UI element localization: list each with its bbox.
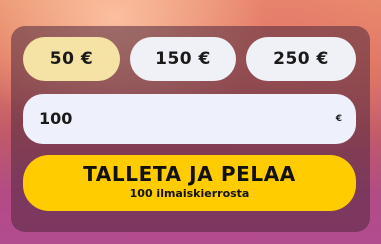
amount-options: 50 € 150 € 250 € xyxy=(23,37,356,83)
deposit-and-play-button[interactable]: TALLETA JA PELAA 100 ilmaiskierrosta xyxy=(23,155,356,211)
cta-subtitle: 100 ilmaiskierrosta xyxy=(129,187,250,200)
amount-option-150[interactable]: 150 € xyxy=(130,37,236,81)
deposit-amount-input[interactable]: 100 € xyxy=(23,94,356,144)
cta-title: TALLETA JA PELAA xyxy=(83,162,296,186)
amount-option-50[interactable]: 50 € xyxy=(23,37,120,81)
deposit-amount-value: 100 xyxy=(39,109,73,128)
currency-symbol: € xyxy=(335,114,342,124)
amount-option-250[interactable]: 250 € xyxy=(246,37,356,81)
